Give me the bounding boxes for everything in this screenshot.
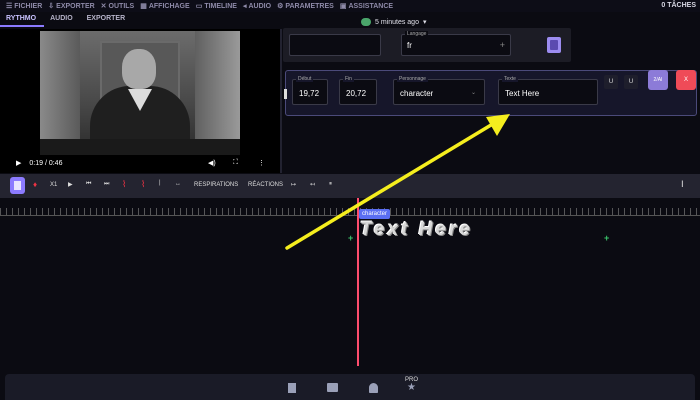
pro-button[interactable]: PRO ★	[405, 377, 418, 393]
star-icon: ★	[407, 382, 416, 393]
bottom-nav: PRO ★	[5, 374, 695, 400]
folder-icon[interactable]	[327, 383, 338, 392]
book-icon[interactable]	[288, 383, 296, 393]
annotation-arrow	[285, 114, 510, 250]
user-icon[interactable]	[369, 383, 378, 393]
